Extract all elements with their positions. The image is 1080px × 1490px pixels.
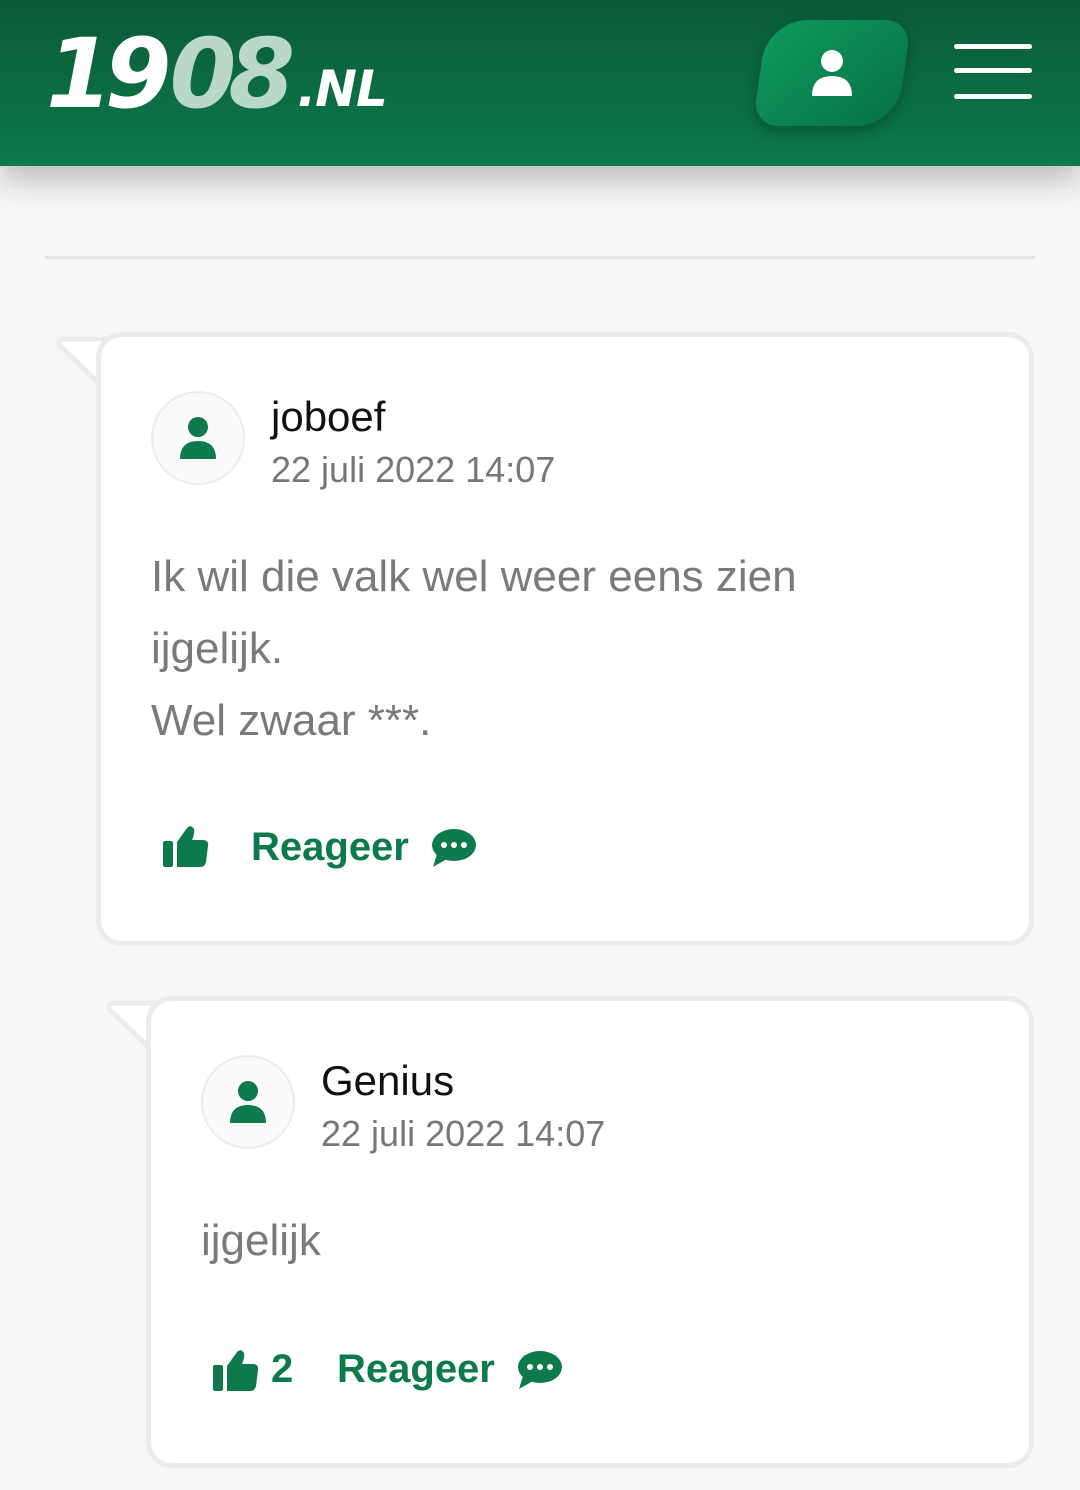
hamburger-line [954, 44, 1032, 49]
reply-button[interactable]: Reageer [337, 1347, 563, 1392]
logo-part-1: 19 [46, 18, 172, 130]
reply-label: Reageer [337, 1347, 495, 1391]
hamburger-line [954, 68, 1032, 73]
comment-avatar[interactable] [151, 391, 245, 485]
comment-line: Ik wil die valk wel weer eens zien [151, 552, 797, 601]
reply-label: Reageer [251, 825, 409, 869]
account-button[interactable] [752, 20, 912, 126]
logo-part-2: 08 [169, 18, 296, 130]
site-logo[interactable]: 19 08 .NL [46, 18, 388, 130]
comment-body: ijgelijk [201, 1205, 981, 1277]
comment-username[interactable]: joboef [271, 393, 385, 441]
comment-timestamp: 22 juli 2022 14:07 [271, 449, 556, 490]
user-icon [230, 1081, 266, 1123]
reply-button[interactable]: Reageer [251, 825, 477, 870]
section-divider [45, 256, 1035, 259]
chat-bubble-icon [517, 1350, 562, 1389]
comment-body: Ik wil die valk wel weer eens zien ijgel… [151, 541, 971, 757]
comment-line: Wel zwaar ***. [151, 696, 432, 745]
comment-timestamp: 22 juli 2022 14:07 [321, 1113, 606, 1154]
comment-card: joboef 22 juli 2022 14:07 Ik wil die val… [96, 332, 1034, 946]
comment-line: ijgelijk [201, 1216, 321, 1265]
reply-comment-card: Genius 22 juli 2022 14:07 ijgelijk 2 Rea… [146, 996, 1034, 1468]
top-navigation-bar: 19 08 .NL [0, 0, 1080, 166]
comment-avatar[interactable] [201, 1055, 295, 1149]
chat-bubble-icon [431, 828, 476, 867]
thumbs-up-icon [163, 826, 209, 867]
thumbs-up-icon [213, 1349, 259, 1391]
like-button[interactable] [163, 825, 221, 867]
user-icon [180, 417, 216, 459]
logo-part-3: .NL [297, 60, 388, 118]
hamburger-menu-button[interactable] [954, 44, 1032, 102]
comment-username[interactable]: Genius [321, 1057, 454, 1105]
like-button[interactable]: 2 [213, 1347, 293, 1392]
like-count: 2 [271, 1347, 294, 1391]
hamburger-line [954, 94, 1032, 99]
comment-line: ijgelijk. [151, 624, 284, 673]
user-icon [812, 50, 852, 96]
